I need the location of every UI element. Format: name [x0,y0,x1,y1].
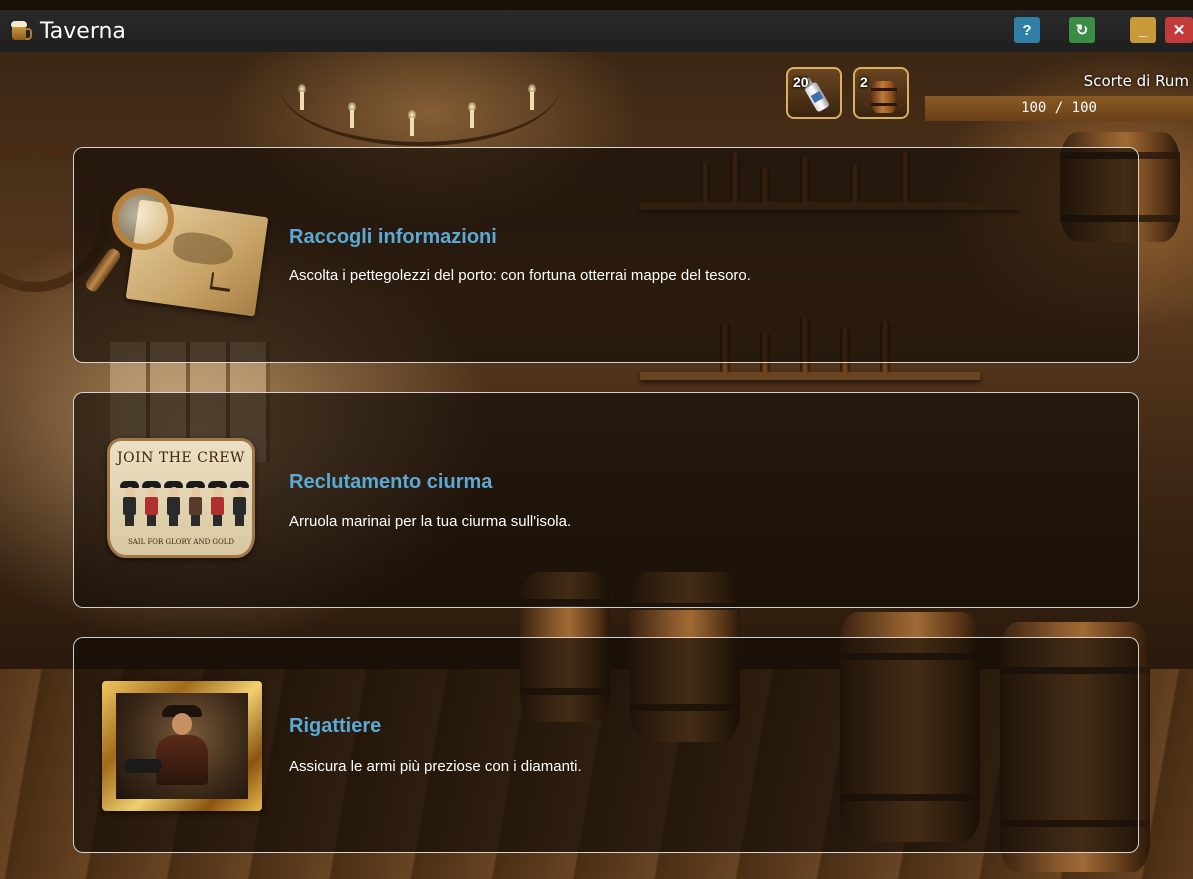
join-the-crew-image: JOIN THE CREW SAIL FOR GLORY AND GOLD [102,438,262,568]
refresh-button[interactable]: ↻ [1069,17,1095,43]
card-title: Rigattiere [289,715,382,737]
rum-supply-value: 100 / 100 [1021,100,1097,116]
treasure-map-image [83,188,269,318]
barrel-resource[interactable]: 2 [853,67,909,119]
title-bar: Taverna ? ↻ _ ✕ [0,10,1193,52]
recruit-crew-card[interactable]: JOIN THE CREW SAIL FOR GLORY AND GOLD Re… [73,392,1139,608]
window-title: Taverna [40,18,126,44]
card-description: Arruola marinai per la tua ciurma sull'i… [289,513,572,530]
close-button[interactable]: ✕ [1165,17,1193,43]
rum-bottle-resource[interactable]: 20 [786,67,842,119]
beer-mug-icon [10,20,32,42]
card-title: Reclutamento ciurma [289,471,493,493]
barrel-icon [871,81,897,113]
card-description: Assicura le armi più preziose con i diam… [289,758,582,775]
card-description: Ascolta i pettegolezzi del porto: con fo… [289,267,751,284]
gather-info-card[interactable]: Raccogli informazioni Ascolta i pettegol… [73,147,1139,363]
crew-sign-headline: JOIN THE CREW [117,450,245,466]
rum-supply-label: Scorte di Rum [1083,72,1189,90]
magnifier-icon [112,188,174,250]
chandelier [280,52,560,146]
crew-sign-footer: SAIL FOR GLORY AND GOLD [127,538,235,546]
pirate-portrait-image [102,681,262,811]
card-title: Raccogli informazioni [289,226,497,248]
help-button[interactable]: ? [1014,17,1040,43]
tavern-window: Taverna ? ↻ _ ✕ 20 2 Scorte di Rum 100 /… [0,0,1193,879]
rum-supply-bar: 100 / 100 [925,96,1193,121]
rigattiere-card[interactable]: Rigattiere Assicura le armi più preziose… [73,637,1139,853]
rum-bottle-count: 20 [793,74,809,90]
minimize-button[interactable]: _ [1130,17,1156,43]
barrel-count: 2 [860,74,868,90]
